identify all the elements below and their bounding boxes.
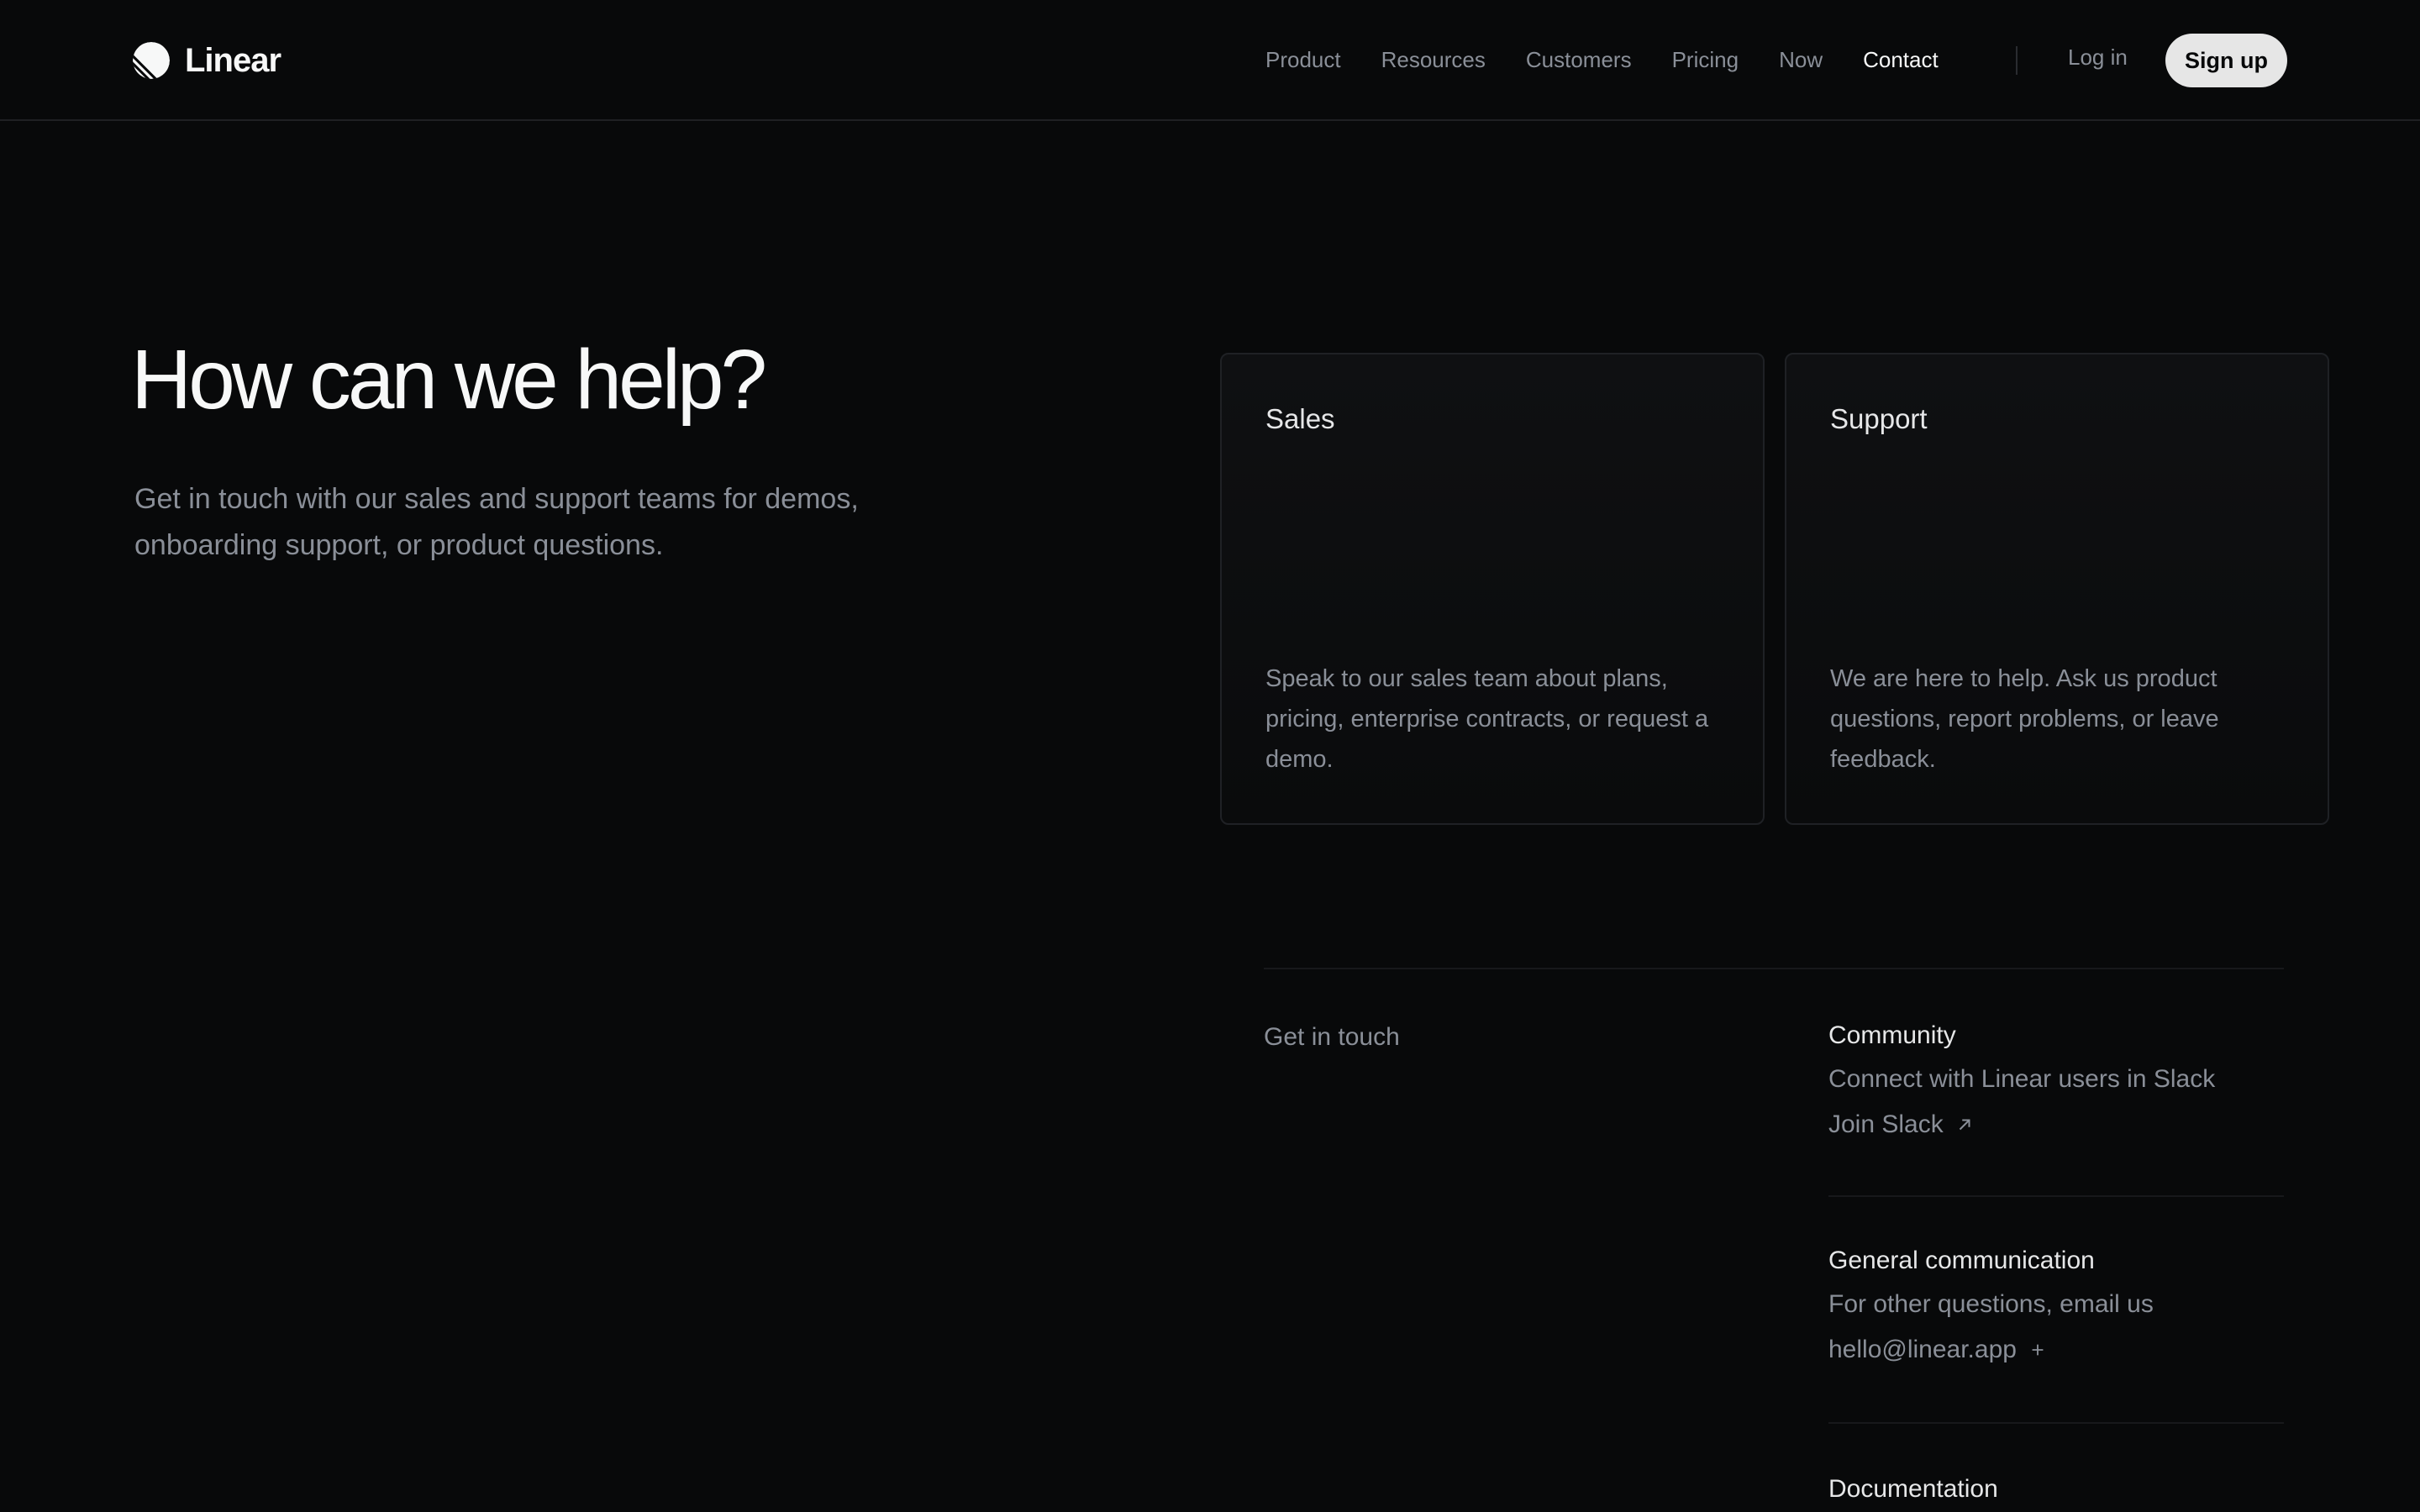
signup-button[interactable]: Sign up [2165, 34, 2287, 87]
nav-resources[interactable]: Resources [1381, 47, 1486, 73]
join-slack-link[interactable]: Join Slack [1828, 1108, 2284, 1142]
nav-divider [2016, 46, 2018, 75]
site-header: Linear Product Resources Customers Prici… [0, 0, 2420, 121]
main-nav: Product Resources Customers Pricing Now … [1265, 40, 1979, 79]
arrow-up-right-icon [1959, 1119, 1970, 1131]
get-in-touch-label: Get in touch [1264, 1023, 1400, 1051]
support-card-description: We are here to help. Ask us product ques… [1830, 665, 2219, 773]
nav-product[interactable]: Product [1265, 47, 1341, 73]
email-link[interactable]: hello@linear.app [1828, 1333, 2284, 1367]
page-title: How can we help? [131, 333, 767, 427]
plus-icon [2032, 1344, 2044, 1356]
email-label: hello@linear.app [1828, 1336, 2017, 1363]
brand-home-link[interactable]: Linear [133, 40, 281, 81]
community-block: Community Connect with Linear users in S… [1828, 1019, 2284, 1142]
nav-contact[interactable]: Contact [1863, 47, 1939, 73]
community-divider [1828, 1195, 2284, 1197]
join-slack-label: Join Slack [1828, 1110, 1944, 1138]
section-divider [1264, 968, 2284, 969]
brand-name: Linear [185, 41, 281, 79]
general-communication-description: For other questions, email us [1828, 1290, 2154, 1318]
general-communication-block: General communication For other question… [1828, 1244, 2284, 1367]
community-title: Community [1828, 1021, 1956, 1049]
general-communication-divider [1828, 1422, 2284, 1424]
sales-card-title: Sales [1265, 403, 1335, 434]
support-card-title: Support [1830, 403, 1928, 434]
nav-now[interactable]: Now [1779, 47, 1823, 73]
page-description: Get in touch with our sales and support … [134, 483, 859, 561]
support-card[interactable]: Support We are here to help. Ask us prod… [1785, 353, 2329, 825]
community-description: Connect with Linear users in Slack [1828, 1065, 2216, 1093]
linear-logo-icon [133, 42, 170, 79]
login-link[interactable]: Log in [2068, 45, 2128, 71]
nav-customers[interactable]: Customers [1526, 47, 1632, 73]
documentation-block: Documentation [1828, 1473, 2284, 1506]
sales-card-description: Speak to our sales team about plans, pri… [1265, 665, 1709, 773]
general-communication-title: General communication [1828, 1247, 2095, 1274]
documentation-title: Documentation [1828, 1475, 1998, 1503]
sales-card[interactable]: Sales Speak to our sales team about plan… [1220, 353, 1765, 825]
nav-pricing[interactable]: Pricing [1672, 47, 1739, 73]
